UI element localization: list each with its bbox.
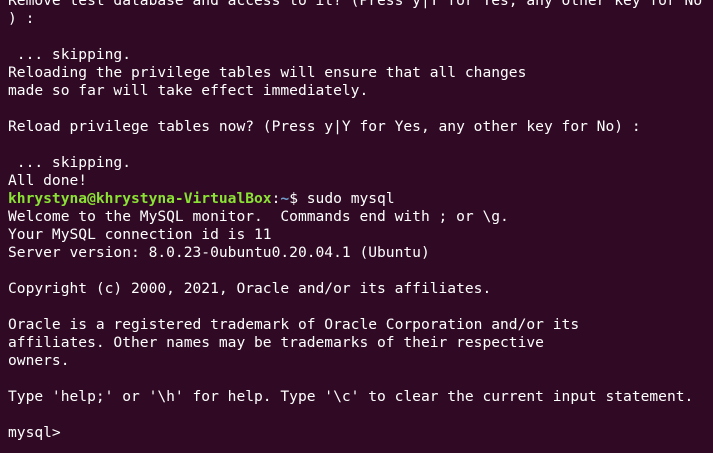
output-line: Server version: 8.0.23-0ubuntu0.20.04.1 … [8, 244, 430, 261]
mysql-prompt-line[interactable]: mysql> [8, 424, 713, 442]
output-line: Your MySQL connection id is 11 [8, 226, 272, 243]
terminal-window[interactable]: Remove test database and access to it? (… [0, 0, 713, 453]
output-line: owners. [8, 352, 70, 369]
terminal-cursor [70, 424, 79, 440]
output-line: Reload privilege tables now? (Press y|Y … [8, 118, 641, 135]
output-line: Remove test database and access to it? (… [8, 0, 703, 9]
prompt-command: sudo mysql [306, 190, 395, 207]
output-line: ) : [8, 10, 35, 27]
prompt-symbol: $ [289, 190, 307, 207]
output-line: ... skipping. [8, 46, 132, 63]
shell-prompt-line: khrystyna@khrystyna-VirtualBox:~$ sudo m… [8, 190, 713, 208]
prompt-user-host: khrystyna@khrystyna-VirtualBox [8, 190, 272, 207]
output-line: Welcome to the MySQL monitor. Commands e… [8, 208, 509, 225]
output-line: Copyright (c) 2000, 2021, Oracle and/or … [8, 280, 492, 297]
output-line: made so far will take effect immediately… [8, 82, 369, 99]
output-line: Type 'help;' or '\h' for help. Type '\c'… [8, 388, 694, 405]
output-line: Oracle is a registered trademark of Orac… [8, 316, 580, 333]
mysql-prompt: mysql> [8, 424, 70, 441]
output-line: Reloading the privilege tables will ensu… [8, 64, 527, 81]
output-line: All done! [8, 172, 88, 189]
terminal-output: Remove test database and access to it? (… [8, 0, 713, 442]
output-line: affiliates. Other names may be trademark… [8, 334, 544, 351]
output-line: ... skipping. [8, 154, 132, 171]
prompt-path: ~ [280, 190, 290, 207]
